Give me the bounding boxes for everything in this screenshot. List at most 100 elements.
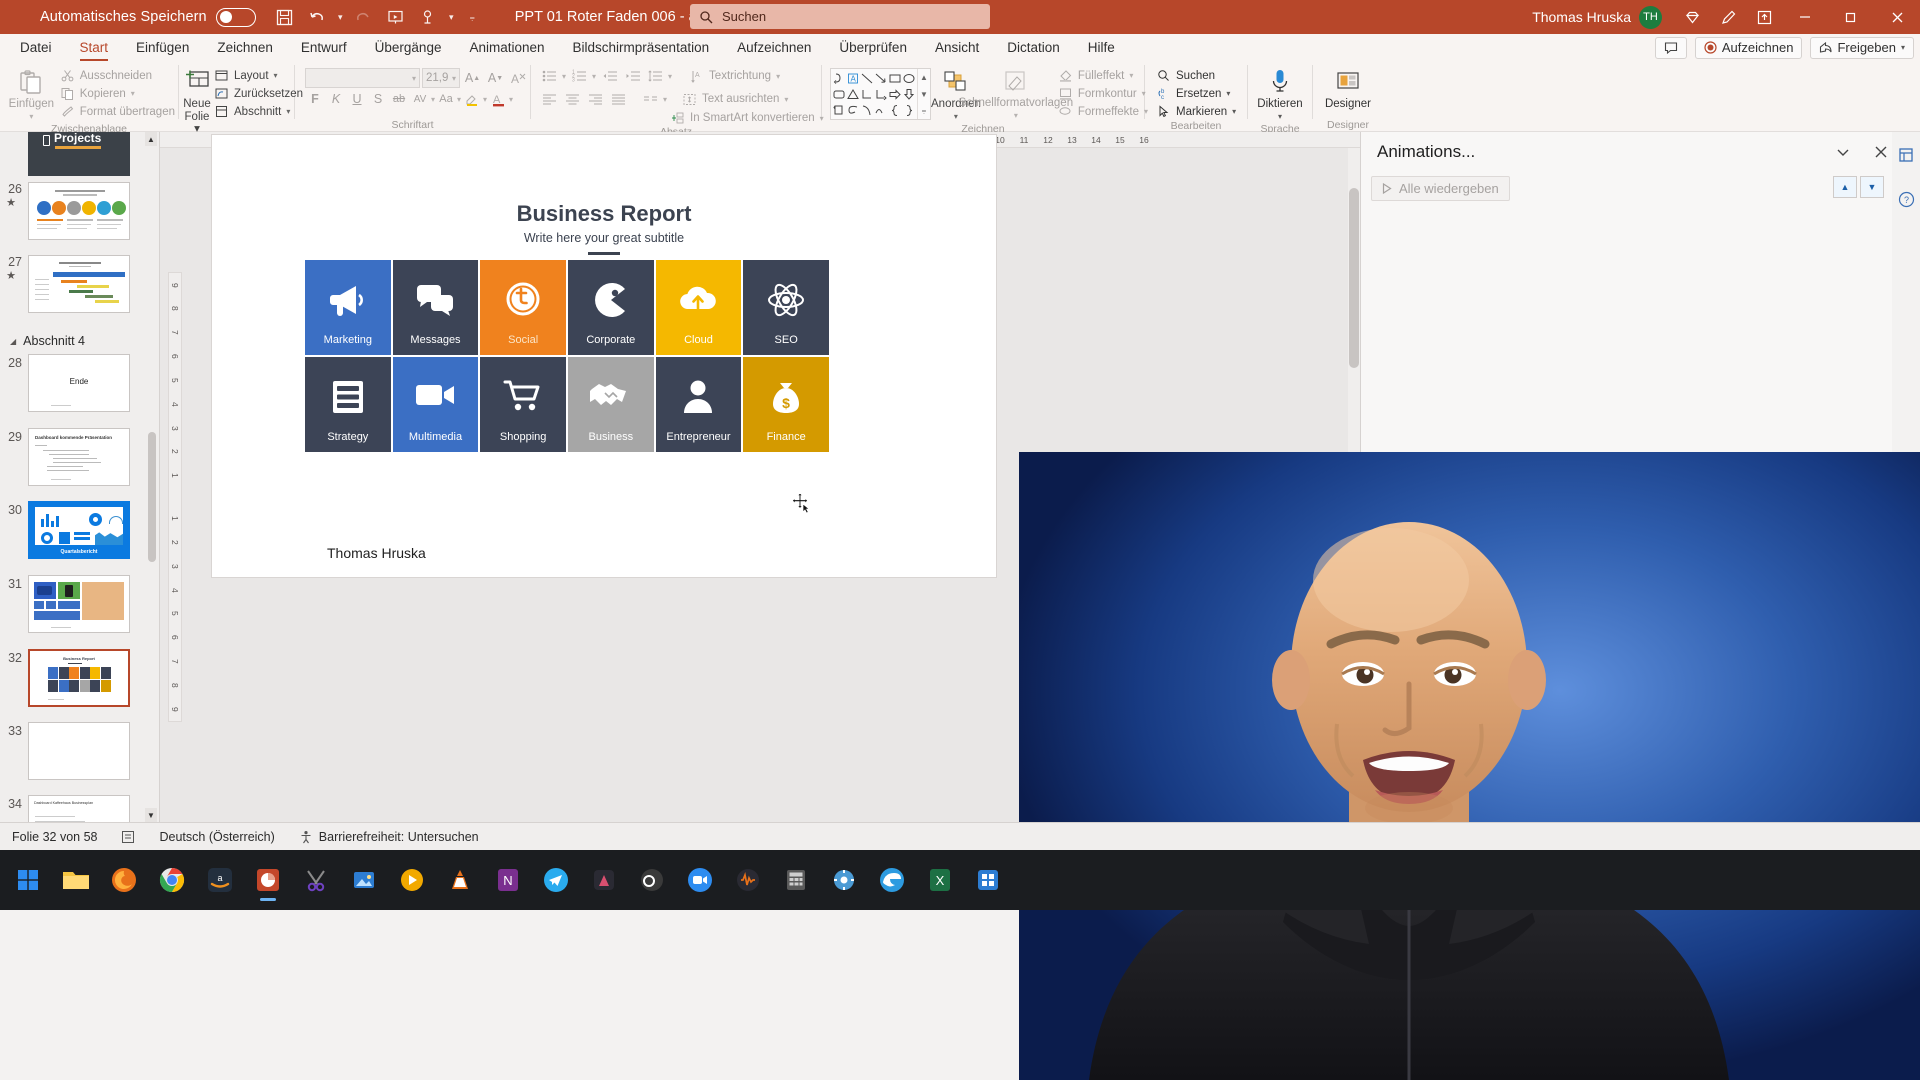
restore-button[interactable]: [1828, 0, 1874, 34]
designer-button[interactable]: Designer: [1321, 64, 1375, 110]
edge-icon[interactable]: [870, 858, 914, 902]
shape-elbow-arrow-icon[interactable]: [874, 86, 888, 102]
bold-button[interactable]: F: [305, 89, 325, 109]
camtasia-icon[interactable]: [390, 858, 434, 902]
ribbon-display-options-icon[interactable]: [1746, 0, 1782, 34]
thumbnail-preview[interactable]: [28, 182, 130, 240]
text-direction-caret[interactable]: ▾: [776, 72, 780, 81]
line-spacing-caret[interactable]: ▾: [668, 72, 672, 81]
tab-ueberpruefen[interactable]: Überprüfen: [825, 34, 921, 61]
dictate-caret[interactable]: ▾: [1278, 111, 1282, 123]
increase-indent-icon[interactable]: [622, 66, 642, 86]
thumbnail-item-projects[interactable]: Projects: [0, 132, 159, 176]
text-highlight-icon[interactable]: [462, 89, 482, 109]
fill-caret[interactable]: ▾: [1129, 71, 1133, 80]
shape-triangle-icon[interactable]: [846, 86, 860, 102]
tab-entwurf[interactable]: Entwurf: [287, 34, 361, 61]
language-indicator[interactable]: Deutsch (Österreich): [147, 830, 286, 844]
tab-start[interactable]: Start: [66, 34, 123, 61]
user-name[interactable]: Thomas Hruska: [1532, 9, 1631, 25]
thumbnail-preview[interactable]: Quartalsbericht: [28, 501, 130, 559]
shape-rounded-rect-icon[interactable]: [832, 86, 846, 102]
underline-button[interactable]: U: [347, 89, 367, 109]
tab-einfuegen[interactable]: Einfügen: [122, 34, 203, 61]
start-presentation-icon[interactable]: [381, 3, 411, 31]
dictate-button[interactable]: Diktieren ▾: [1253, 64, 1307, 123]
shape-rectangle-icon[interactable]: [888, 70, 902, 86]
settings-icon[interactable]: [822, 858, 866, 902]
tile-multimedia[interactable]: Multimedia: [392, 357, 479, 452]
notes-indicator[interactable]: [109, 830, 147, 844]
align-left-icon[interactable]: [539, 89, 559, 109]
reorder-down-button[interactable]: ▼: [1860, 176, 1884, 198]
reset-button[interactable]: Zurücksetzen: [211, 85, 306, 102]
font-size-input[interactable]: 21,9 ▾: [422, 68, 460, 88]
tab-hilfe[interactable]: Hilfe: [1074, 34, 1129, 61]
bullets-icon[interactable]: [539, 66, 559, 86]
decrease-font-icon[interactable]: A ▼: [485, 68, 506, 88]
thumbnail-scrollbar[interactable]: ▲ ▼: [145, 132, 158, 822]
tile-corporate[interactable]: Corporate: [567, 260, 654, 355]
slide-title[interactable]: Business Report: [212, 201, 996, 227]
paste-caret[interactable]: ▾: [29, 111, 33, 123]
shape-right-brace-icon[interactable]: [902, 102, 916, 118]
thumbnail-preview[interactable]: Dashboard Kaffeehaus Businessplan: [28, 795, 130, 822]
shape-right-angle-icon[interactable]: [860, 86, 874, 102]
onenote-icon[interactable]: N: [486, 858, 530, 902]
search-box[interactable]: Suchen: [690, 4, 990, 29]
highlight-caret[interactable]: ▾: [483, 95, 487, 104]
diamond-icon[interactable]: [1674, 0, 1710, 34]
tile-finance[interactable]: $ Finance: [743, 357, 829, 452]
chevron-down-icon[interactable]: [1829, 138, 1857, 166]
shapes-scrollbar[interactable]: ▲ ▼ ⩦: [917, 69, 930, 119]
redo-icon[interactable]: [349, 3, 379, 31]
help-icon[interactable]: ?: [1892, 184, 1920, 214]
replace-caret[interactable]: ▾: [1226, 89, 1230, 98]
comment-button[interactable]: [1654, 36, 1687, 59]
pane-pin-icon[interactable]: [1892, 140, 1920, 170]
columns-caret[interactable]: ▾: [663, 95, 667, 104]
start-windows-icon[interactable]: [6, 858, 50, 902]
character-spacing-caret[interactable]: ▾: [431, 95, 435, 104]
character-spacing-button[interactable]: AV: [410, 89, 430, 109]
photos-icon[interactable]: [342, 858, 386, 902]
touch-mode-icon[interactable]: [413, 3, 443, 31]
thumbnail-preview-selected[interactable]: Business Report: [28, 649, 130, 707]
bullets-caret[interactable]: ▾: [562, 72, 566, 81]
section-header[interactable]: ◢ Abschnitt 4: [10, 334, 85, 348]
taskbar[interactable]: a N X: [0, 850, 1920, 910]
slide-thumbnail-panel[interactable]: Projects 26 ★ 27 ★ ◢ Abschnitt 4 28 Ende…: [0, 132, 160, 822]
tab-zeichnen[interactable]: Zeichnen: [203, 34, 287, 61]
thumbnail-item-29[interactable]: 29 Dashboard kommende Präsentation: [0, 428, 159, 486]
thumbnail-preview[interactable]: Projects: [28, 132, 130, 176]
shape-arc-icon[interactable]: [860, 102, 874, 118]
thumbnail-item-30[interactable]: 30 Quartalsbericht: [0, 501, 159, 559]
tile-strategy[interactable]: Strategy: [305, 357, 391, 452]
reorder-up-button[interactable]: ▲: [1833, 176, 1857, 198]
pen-icon[interactable]: [1710, 0, 1746, 34]
replace-button[interactable]: bc Ersetzen ▾: [1153, 85, 1239, 102]
undo-icon[interactable]: [302, 3, 332, 31]
powerpoint-icon[interactable]: [246, 858, 290, 902]
shapes-gallery[interactable]: A ▲ ▼ ⩦: [830, 68, 931, 120]
shape-line-icon[interactable]: [860, 70, 874, 86]
arrange-button[interactable]: Anordnen ▾: [931, 64, 981, 123]
shape-block-arrow-down-icon[interactable]: [902, 86, 916, 102]
select-caret[interactable]: ▾: [1232, 107, 1236, 116]
thumbnail-preview[interactable]: [28, 722, 130, 780]
increase-font-icon[interactable]: A ▲: [462, 68, 483, 88]
thumbnail-item-31[interactable]: 31: [0, 575, 159, 633]
convert-smartart-button[interactable]: In SmartArt konvertieren ▾: [667, 110, 827, 127]
columns-icon[interactable]: [640, 89, 660, 109]
tab-dictation[interactable]: Dictation: [993, 34, 1074, 61]
tile-entrepreneur[interactable]: Entrepreneur: [655, 357, 742, 452]
slide-counter[interactable]: Folie 32 von 58: [0, 830, 109, 844]
thumbnail-preview[interactable]: Ende: [28, 354, 130, 412]
excel-icon[interactable]: X: [918, 858, 962, 902]
line-spacing-icon[interactable]: [645, 66, 665, 86]
shape-curve-icon[interactable]: [874, 102, 888, 118]
font-size-caret[interactable]: ▾: [452, 74, 456, 83]
scrollbar-thumb[interactable]: [148, 432, 156, 562]
new-slide-button[interactable]: Neue Folie ▾: [183, 64, 211, 135]
calculator-icon[interactable]: [774, 858, 818, 902]
